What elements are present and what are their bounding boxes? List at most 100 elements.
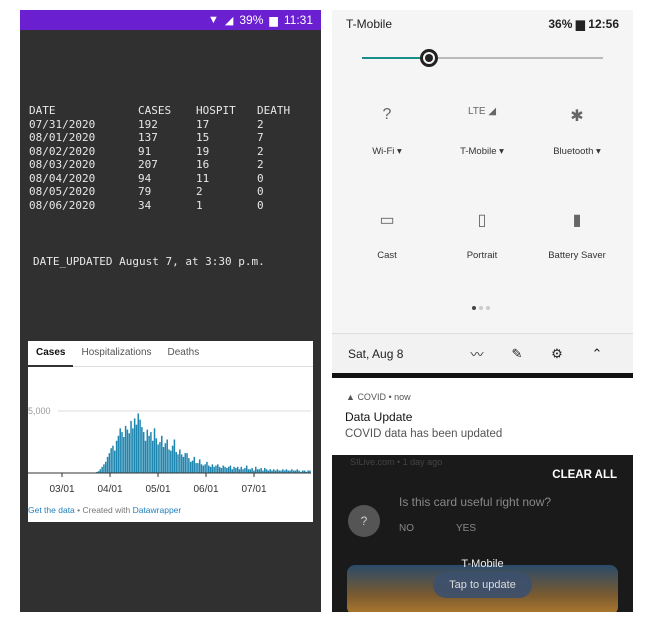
notification-header: ▲ COVID • now bbox=[346, 392, 411, 402]
bar bbox=[200, 464, 203, 473]
status-bar: ▼ ◢ 39% ▆ 11:31 bbox=[20, 10, 321, 30]
bar bbox=[204, 464, 206, 473]
table-row: 08/06/2020 34 1 0 bbox=[29, 199, 297, 213]
bar bbox=[222, 465, 224, 473]
clear-all-button[interactable]: CLEAR ALL bbox=[552, 469, 617, 481]
status-bar: T-Mobile 36% ▆ 12:56 bbox=[332, 10, 633, 38]
carrier-name: T-Mobile bbox=[346, 17, 393, 31]
column-header: CASES bbox=[138, 104, 172, 117]
bar bbox=[115, 440, 118, 473]
tap-to-update-button[interactable]: Tap to update bbox=[433, 572, 532, 598]
tile-bluetooth[interactable]: ✱ Bluetooth ▾ bbox=[527, 106, 627, 157]
table-row: 07/31/2020 192 17 2 bbox=[29, 118, 297, 132]
bar bbox=[195, 463, 197, 473]
cast-icon: ▭ bbox=[379, 212, 395, 229]
bar bbox=[173, 439, 176, 473]
bar bbox=[291, 469, 293, 473]
bar bbox=[218, 466, 221, 473]
table-cell: 08/01/2020 bbox=[29, 131, 96, 144]
feedback-yes-button[interactable]: YES bbox=[456, 523, 476, 534]
column-header: DATE bbox=[29, 104, 56, 117]
notification-card[interactable]: ▲ COVID • now Data Update COVID data has… bbox=[332, 378, 633, 455]
bar bbox=[123, 437, 125, 473]
get-data-link[interactable]: Get the data bbox=[28, 505, 75, 515]
bar bbox=[142, 432, 145, 473]
help-icon: ? bbox=[348, 505, 380, 537]
bar bbox=[114, 450, 116, 473]
left-phone-screen: ▼ ◢ 39% ▆ 11:31 DATE CASES HOSPIT DEATH 07/3… bbox=[20, 10, 321, 612]
tile-portrait[interactable]: ▯ Portrait bbox=[432, 210, 532, 261]
bar bbox=[273, 469, 275, 473]
bar bbox=[242, 469, 244, 473]
right-phone-screen: T-Mobile 36% ▆ 12:56 ? Wi-Fi ▾ LTE ◢ T-M… bbox=[332, 10, 633, 612]
card-title: T-Mobile bbox=[461, 558, 504, 570]
table-cell: 19 bbox=[196, 144, 210, 158]
brightness-knob-icon[interactable] bbox=[420, 49, 438, 67]
table-cell: 08/03/2020 bbox=[29, 158, 96, 171]
tile-wifi[interactable]: ? Wi-Fi ▾ bbox=[337, 106, 437, 157]
bar bbox=[238, 469, 241, 473]
x-tick-label: 05/01 bbox=[145, 484, 170, 495]
bar bbox=[215, 465, 217, 473]
feedback-no-button[interactable]: NO bbox=[399, 523, 414, 534]
y-tick-label: 5,000 bbox=[28, 406, 51, 416]
brightness-slider[interactable] bbox=[362, 57, 603, 59]
credit-sep: • Created with bbox=[74, 505, 133, 515]
bar bbox=[209, 466, 212, 473]
table-cell: 16 bbox=[196, 158, 210, 171]
bar bbox=[99, 469, 102, 473]
bar bbox=[188, 458, 190, 473]
bar bbox=[296, 469, 299, 473]
table-cell: 0 bbox=[257, 171, 264, 185]
bar bbox=[207, 465, 210, 473]
clock: 11:31 bbox=[283, 13, 313, 27]
bar bbox=[148, 435, 150, 473]
settings-gear-icon[interactable]: ⚙ bbox=[537, 346, 577, 362]
bar bbox=[135, 424, 138, 473]
edit-icon[interactable]: ✎ bbox=[497, 346, 537, 362]
bar bbox=[211, 464, 214, 473]
mustache-icon[interactable]: 〰 bbox=[457, 344, 497, 363]
tab-cases[interactable]: Cases bbox=[28, 341, 74, 367]
bar bbox=[226, 468, 228, 473]
bar bbox=[159, 442, 161, 473]
tile-battery-saver[interactable]: ▮ Battery Saver bbox=[527, 210, 627, 261]
table-row: 08/04/2020 94 11 0 bbox=[29, 172, 297, 186]
table-cell: 2 bbox=[257, 144, 264, 158]
notification-title: Data Update bbox=[345, 410, 413, 424]
datawrapper-link[interactable]: Datawrapper bbox=[133, 505, 182, 515]
status-right: 36% ▆ 12:56 bbox=[548, 17, 619, 31]
page-dot bbox=[486, 306, 490, 310]
tile-mobile-data[interactable]: LTE ◢ T-Mobile ▾ bbox=[432, 106, 532, 157]
notification-app: COVID • now bbox=[357, 392, 411, 402]
bar bbox=[233, 466, 235, 473]
table-cell: 91 bbox=[138, 144, 152, 158]
date-label: Sat, Aug 8 bbox=[348, 346, 404, 361]
bar bbox=[155, 438, 158, 473]
x-tick-label: 07/01 bbox=[241, 484, 266, 495]
bar bbox=[224, 466, 226, 473]
table-cell: 79 bbox=[138, 185, 152, 198]
tab-deaths[interactable]: Deaths bbox=[160, 341, 208, 367]
collapse-chevron-icon[interactable]: ⌃ bbox=[577, 346, 617, 362]
bar bbox=[121, 432, 123, 473]
bar bbox=[193, 456, 196, 473]
bar bbox=[269, 469, 271, 473]
table-cell: 15 bbox=[196, 131, 210, 144]
bar bbox=[285, 469, 288, 473]
bar bbox=[186, 453, 188, 473]
table-cell: 2 bbox=[257, 158, 264, 171]
android-app-icon: ▲ bbox=[346, 392, 355, 402]
bar bbox=[191, 460, 194, 473]
bar bbox=[137, 413, 140, 473]
lte-signal-icon: LTE ◢ bbox=[467, 106, 497, 117]
tile-cast[interactable]: ▭ Cast bbox=[337, 210, 437, 261]
bar bbox=[157, 444, 159, 473]
tab-hospitalizations[interactable]: Hospitalizations bbox=[73, 341, 159, 367]
bar bbox=[213, 466, 215, 473]
bar bbox=[251, 468, 253, 473]
bar bbox=[245, 465, 248, 473]
bar bbox=[119, 428, 121, 473]
bar bbox=[198, 459, 201, 473]
bar bbox=[101, 466, 103, 473]
